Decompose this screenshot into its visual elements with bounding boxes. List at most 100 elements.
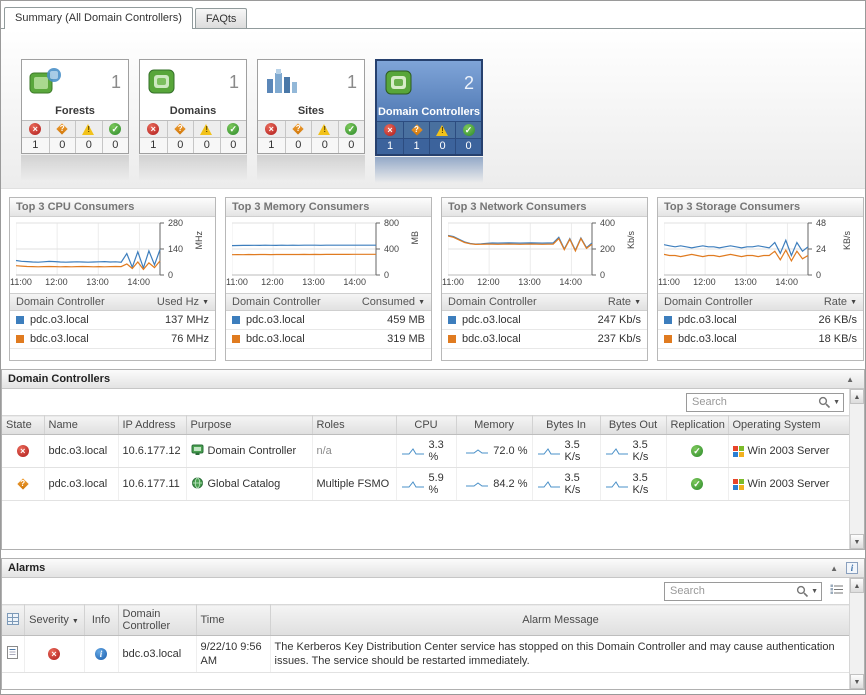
consumer-panels: Top 3 CPU Consumers 280140011:0012:0013:…: [1, 189, 865, 361]
list-item[interactable]: pdc.o3.local 247 Kb/s: [442, 311, 647, 330]
x-axis-tick: 11:00: [658, 277, 680, 287]
normal-status[interactable]: ✓ 0: [455, 122, 481, 154]
scroll-up-icon[interactable]: ▲: [850, 389, 864, 404]
tile-domains[interactable]: 1 Domains × 1 ? 0 ! 0 ✓ 0: [139, 59, 247, 154]
fatal-status[interactable]: × 1: [377, 122, 403, 154]
series-swatch: [16, 316, 24, 324]
warning-status[interactable]: ! 0: [311, 121, 338, 153]
tile-reflection: [257, 155, 365, 181]
y-axis-tick: 400: [384, 244, 399, 254]
critical-status[interactable]: ? 1: [403, 122, 429, 154]
info-icon[interactable]: i: [846, 562, 858, 574]
search-dropdown-icon[interactable]: ▼: [833, 399, 840, 406]
sort-descending-icon[interactable]: ▼: [418, 299, 425, 306]
list-item[interactable]: pdc.o3.local 459 MB: [226, 311, 431, 330]
y-axis-tick: 48: [816, 218, 826, 228]
dc-name: bdc.o3.local: [44, 435, 118, 468]
dc-toolbar: ▼: [2, 389, 864, 415]
sparkline-icon: [465, 479, 489, 489]
list-item[interactable]: pdc.o3.local 137 MHz: [10, 311, 215, 330]
warning-icon: !: [318, 123, 331, 135]
fatal-icon: ×: [265, 123, 277, 135]
list-item[interactable]: bdc.o3.local 18 KB/s: [658, 330, 863, 349]
fatal-status[interactable]: × 1: [258, 121, 285, 153]
tile-label: Domain Controllers: [377, 105, 481, 121]
fatal-status[interactable]: × 1: [22, 121, 49, 153]
table-row[interactable]: ? pdc.o3.local 10.6.177.11 Global Catalo…: [2, 468, 851, 501]
search-input[interactable]: [692, 396, 818, 408]
critical-status[interactable]: ? 0: [167, 121, 194, 153]
col-cpu[interactable]: CPU: [396, 416, 456, 435]
col-roles[interactable]: Roles: [312, 416, 396, 435]
col-bytes-out[interactable]: Bytes Out: [600, 416, 666, 435]
scroll-up-icon[interactable]: ▲: [850, 578, 864, 593]
col-time[interactable]: Time: [196, 605, 270, 636]
col-alarm-message[interactable]: Alarm Message: [270, 605, 851, 636]
normal-status[interactable]: ✓ 0: [338, 121, 365, 153]
scroll-down-icon[interactable]: ▼: [850, 674, 864, 689]
sort-descending-icon: ▼: [72, 618, 79, 625]
scrollbar[interactable]: ▲ ▼: [849, 389, 864, 549]
alarm-row[interactable]: × i bdc.o3.local 9/22/10 9:56 AM The Ker…: [2, 636, 851, 673]
customize-columns-icon[interactable]: [830, 584, 844, 598]
normal-icon: ✓: [463, 124, 475, 136]
warning-status[interactable]: ! 0: [429, 122, 455, 154]
alarm-detail-icon[interactable]: [7, 646, 18, 659]
sparkline-icon: [401, 446, 425, 456]
search-icon[interactable]: [818, 396, 831, 409]
col-domain-controller[interactable]: Domain Controller: [118, 605, 196, 636]
col-memory[interactable]: Memory: [456, 416, 532, 435]
sort-descending-icon[interactable]: ▼: [202, 299, 209, 306]
panel-table-header: Domain Controller Used Hz ▼: [10, 293, 215, 311]
normal-status[interactable]: ✓ 0: [220, 121, 247, 153]
y-axis-tick: 0: [816, 270, 821, 280]
col-ip-address[interactable]: IP Address: [118, 416, 186, 435]
sort-descending-icon[interactable]: ▼: [634, 299, 641, 306]
list-item[interactable]: pdc.o3.local 26 KB/s: [658, 311, 863, 330]
sort-descending-icon[interactable]: ▼: [850, 299, 857, 306]
search-icon[interactable]: [796, 585, 809, 598]
tab-summary[interactable]: Summary (All Domain Controllers): [4, 7, 193, 29]
warning-status[interactable]: ! 0: [193, 121, 220, 153]
col-purpose[interactable]: Purpose: [186, 416, 312, 435]
fatal-status[interactable]: × 1: [140, 121, 167, 153]
col-select[interactable]: [2, 605, 24, 636]
table-row[interactable]: × bdc.o3.local 10.6.177.12 Domain Contro…: [2, 435, 851, 468]
scroll-down-icon[interactable]: ▼: [850, 534, 864, 549]
search-dropdown-icon[interactable]: ▼: [811, 588, 818, 595]
search-input[interactable]: [670, 585, 796, 597]
tab-faqts[interactable]: FAQts: [195, 8, 248, 28]
x-axis-tick: 11:00: [10, 277, 32, 287]
dc-ip: 10.6.177.12: [118, 435, 186, 468]
collapse-icon[interactable]: ▲: [826, 564, 842, 573]
tile-sites[interactable]: 1 Sites × 1 ? 0 ! 0 ✓ 0: [257, 59, 365, 154]
col-bytes-in[interactable]: Bytes In: [532, 416, 600, 435]
list-item[interactable]: bdc.o3.local 237 Kb/s: [442, 330, 647, 349]
col-replication[interactable]: Replication: [666, 416, 728, 435]
dc-name: pdc.o3.local: [44, 468, 118, 501]
col-operating-system[interactable]: Operating System: [728, 416, 851, 435]
critical-status[interactable]: ? 0: [285, 121, 312, 153]
warning-status[interactable]: ! 0: [75, 121, 102, 153]
replication-ok-icon: ✓: [691, 478, 703, 490]
tile-domain-controllers[interactable]: 2 Domain Controllers × 1 ? 1 ! 0 ✓ 0: [375, 59, 483, 156]
col-info[interactable]: Info: [84, 605, 118, 636]
col-severity[interactable]: Severity▼: [24, 605, 84, 636]
warning-icon: !: [436, 124, 449, 136]
tile-forests[interactable]: 1 Forests × 1 ? 0 ! 0 ✓ 0: [21, 59, 129, 154]
x-axis-tick: 12:00: [693, 277, 716, 287]
search-box[interactable]: ▼: [664, 582, 822, 601]
section-title: Domain Controllers: [8, 373, 842, 385]
col-state[interactable]: State: [2, 416, 44, 435]
critical-status[interactable]: ? 0: [49, 121, 76, 153]
section-header: Domain Controllers ▲: [2, 370, 864, 389]
list-item[interactable]: bdc.o3.local 319 MB: [226, 330, 431, 349]
collapse-icon[interactable]: ▲: [842, 375, 858, 384]
search-box[interactable]: ▼: [686, 393, 844, 412]
info-icon[interactable]: i: [95, 648, 107, 660]
scrollbar[interactable]: ▲ ▼: [849, 578, 864, 689]
col-name[interactable]: Name: [44, 416, 118, 435]
list-item[interactable]: bdc.o3.local 76 MHz: [10, 330, 215, 349]
domains-icon: [145, 65, 179, 100]
normal-status[interactable]: ✓ 0: [102, 121, 129, 153]
